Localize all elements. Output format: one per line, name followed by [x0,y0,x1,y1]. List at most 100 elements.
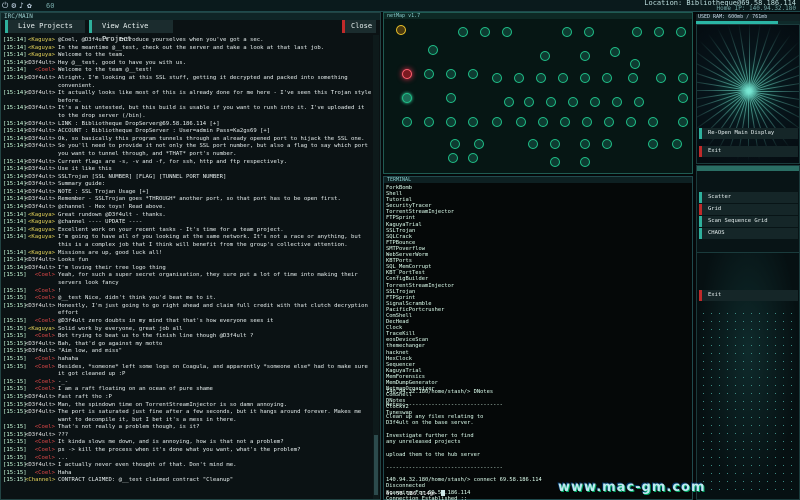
scatter-button[interactable]: Scatter [699,192,798,203]
message-nick[interactable]: <Coel> [25,447,58,455]
network-node[interactable] [502,27,512,37]
network-node[interactable] [458,27,468,37]
message-nick[interactable]: <D3f4ult> [25,189,58,197]
network-node[interactable] [602,73,612,83]
message-nick[interactable]: <D3f4ult> [25,143,58,158]
message-nick[interactable]: <D3f4ult> [25,409,58,424]
network-node[interactable] [528,139,538,149]
live-projects-button[interactable]: Live Projects [5,20,85,33]
network-node[interactable] [468,153,478,163]
network-node[interactable] [584,27,594,37]
network-node[interactable] [580,139,590,149]
view-active-project-button[interactable]: View Active Project [89,20,173,43]
home-node[interactable] [396,25,406,35]
speaker-icon[interactable]: ♪ [19,0,24,12]
network-node[interactable] [560,117,570,127]
network-node[interactable] [468,69,478,79]
network-node[interactable] [602,139,612,149]
network-node[interactable] [480,27,490,37]
network-node[interactable] [678,73,688,83]
network-node[interactable] [672,139,682,149]
network-node[interactable] [626,117,636,127]
message-nick[interactable]: <D3f4ult> [25,257,58,265]
message-nick[interactable]: <D3f4ult> [25,204,58,212]
network-node[interactable] [678,93,688,103]
message-nick[interactable]: <D3f4ult> [25,341,58,349]
message-nick[interactable]: <D3f4ult> [25,303,58,318]
network-node[interactable] [492,117,502,127]
network-node[interactable] [648,117,658,127]
network-node[interactable] [402,117,412,127]
message-nick[interactable]: <D3f4ult> [25,348,58,356]
message-nick[interactable]: <Coel> [25,318,58,326]
network-node[interactable] [610,47,620,57]
network-node[interactable] [628,73,638,83]
message-nick[interactable]: <D3f4ult> [25,105,58,120]
grid-button[interactable]: Grid [699,204,798,215]
message-nick[interactable]: <Coel> [25,439,58,447]
close-button[interactable]: Close [342,20,376,33]
message-nick[interactable]: <Kaguya> [25,37,58,45]
message-nick[interactable]: <D3f4ult> [25,90,58,105]
message-nick[interactable]: <Coel> [25,288,58,296]
message-nick[interactable]: <Coel> [25,386,58,394]
network-node[interactable] [468,117,478,127]
message-nick[interactable]: <D3f4ult> [25,60,58,68]
message-nick[interactable]: <Coel> [25,67,58,75]
message-nick[interactable]: <Kaguya> [25,227,58,235]
network-node[interactable] [424,69,434,79]
message-nick[interactable]: <D3f4ult> [25,128,58,136]
network-node[interactable] [474,139,484,149]
network-node[interactable] [632,27,642,37]
network-node[interactable] [424,117,434,127]
network-node[interactable] [446,117,456,127]
message-nick[interactable]: <Channel> [25,477,58,485]
network-node[interactable] [630,59,640,69]
message-nick[interactable]: <Kaguya> [25,326,58,334]
message-nick[interactable]: <D3f4ult> [25,265,58,273]
message-nick[interactable]: <D3f4ult> [25,136,58,144]
message-nick[interactable]: <D3f4ult> [25,75,58,90]
message-nick[interactable]: <Coel> [25,356,58,364]
message-nick[interactable]: <Coel> [25,333,58,341]
message-nick[interactable]: <Kaguya> [25,234,58,249]
network-node[interactable] [504,97,514,107]
network-node[interactable] [568,97,578,107]
reopen-main-display-button[interactable]: Re-Open Main Display [699,128,798,139]
network-node[interactable] [516,117,526,127]
network-node[interactable] [448,153,458,163]
network-node[interactable] [562,27,572,37]
message-nick[interactable]: <D3f4ult> [25,394,58,402]
chat-scrollbar[interactable] [373,35,379,499]
network-node[interactable] [540,51,550,61]
network-node[interactable] [582,117,592,127]
message-nick[interactable]: <D3f4ult> [25,166,58,174]
network-node[interactable] [492,73,502,83]
network-node[interactable] [524,97,534,107]
message-nick[interactable]: <Coel> [25,295,58,303]
scrollbar-thumb[interactable] [374,435,378,495]
exit-button-1[interactable]: Exit [699,146,798,157]
network-node[interactable] [402,93,412,103]
network-node[interactable] [428,45,438,55]
network-node[interactable] [546,97,556,107]
traced-node[interactable] [402,69,412,79]
network-node[interactable] [580,73,590,83]
message-nick[interactable]: <D3f4ult> [25,462,58,470]
network-node[interactable] [590,97,600,107]
network-node[interactable] [550,139,560,149]
message-nick[interactable]: <D3f4ult> [25,159,58,167]
message-nick[interactable]: <Coel> [25,379,58,387]
message-nick[interactable]: <D3f4ult> [25,432,58,440]
message-nick[interactable]: <D3f4ult> [25,174,58,182]
network-node[interactable] [536,73,546,83]
power-icon[interactable]: ⏻ [2,0,8,12]
terminal-prompt[interactable]: 69.58.186.114@> [386,490,445,497]
network-node[interactable] [648,139,658,149]
network-node[interactable] [612,97,622,107]
message-nick[interactable]: <Kaguya> [25,52,58,60]
message-nick[interactable]: <Coel> [25,364,58,379]
message-nick[interactable]: <Coel> [25,470,58,478]
network-node[interactable] [634,97,644,107]
message-nick[interactable]: <D3f4ult> [25,196,58,204]
